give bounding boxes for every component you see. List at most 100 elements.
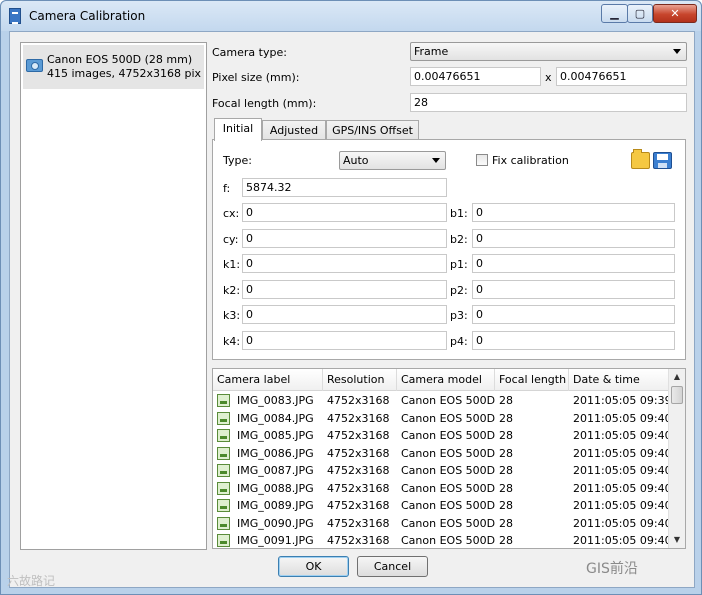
k2-input[interactable]: 0 (242, 280, 447, 299)
table-row[interactable]: IMG_0083.JPG 4752x3168 Canon EOS 500D 28 201… (213, 392, 669, 409)
table-cell: 28 (499, 481, 513, 495)
camera-type-select[interactable]: Frame (410, 42, 687, 61)
tab-initial[interactable]: Initial (214, 118, 262, 141)
table-cell: Canon EOS 500D (401, 516, 495, 530)
table-cell: 28 (499, 499, 513, 512)
table-cell: 28 (499, 464, 513, 477)
table-cell: 4752x3168 (327, 499, 390, 512)
table-cell: IMG_0089.JPG (237, 499, 314, 512)
table-cell: 28 (499, 394, 513, 407)
table-row[interactable]: IMG_0086.JPG 4752x3168 Canon EOS 500D 28 201… (213, 445, 669, 462)
focal-length-input[interactable]: 28 (410, 93, 687, 112)
image-file-icon (217, 446, 230, 460)
table-cell: 4752x3168 (327, 394, 390, 407)
p2-input[interactable]: 0 (472, 280, 675, 299)
focal-length-label: Focal length (mm): (212, 97, 317, 110)
table-row[interactable]: IMG_0084.JPG 4752x3168 Canon EOS 500D 28 201… (213, 410, 669, 427)
table-row[interactable]: IMG_0089.JPG 4752x3168 Canon EOS 500D 28 201… (213, 497, 669, 514)
column-header-camera-model[interactable]: Camera model (397, 369, 495, 391)
p3-label: p3: (450, 309, 468, 322)
k4-label: k4: (223, 335, 241, 348)
p3-input[interactable]: 0 (472, 305, 675, 324)
p1-input[interactable]: 0 (472, 254, 675, 273)
table-cell: IMG_0084.JPG (237, 411, 314, 425)
f-label: f: (223, 182, 231, 195)
column-header-date-time[interactable]: Date & time (569, 369, 669, 391)
table-cell: IMG_0083.JPG (237, 394, 314, 407)
tab-adjusted[interactable]: Adjusted (262, 120, 326, 140)
title-bar[interactable]: Camera Calibration ▁ ▢ ✕ (1, 1, 701, 31)
cy-input[interactable]: 0 (242, 229, 447, 248)
image-file-icon (217, 411, 230, 425)
column-header-focal-length[interactable]: Focal length (495, 369, 569, 391)
table-cell: 2011:05:05 09:40... (573, 446, 669, 460)
fix-calibration-checkbox[interactable] (476, 154, 488, 166)
ok-button[interactable]: OK (278, 556, 349, 577)
table-row[interactable]: IMG_0085.JPG 4752x3168 Canon EOS 500D 28 201… (213, 427, 669, 444)
table-cell: 4752x3168 (327, 411, 390, 425)
table-cell: 4752x3168 (327, 534, 390, 547)
k4-input[interactable]: 0 (242, 331, 447, 350)
pixel-size-x-input[interactable]: 0.00476651 (410, 67, 541, 86)
table-cell: 28 (499, 411, 513, 425)
table-cell: IMG_0086.JPG (237, 446, 314, 460)
cancel-button[interactable]: Cancel (357, 556, 428, 577)
b1-label: b1: (450, 207, 468, 220)
table-cell: 2011:05:05 09:40... (573, 481, 669, 495)
p1-label: p1: (450, 258, 468, 271)
pixel-size-y-input[interactable]: 0.00476651 (556, 67, 687, 86)
column-header-resolution[interactable]: Resolution (323, 369, 397, 391)
table-cell: 2011:05:05 09:40... (573, 429, 669, 442)
close-button[interactable]: ✕ (653, 4, 697, 23)
app-icon (9, 8, 21, 24)
k1-label: k1: (223, 258, 241, 271)
images-table[interactable]: Camera label Resolution Camera model Foc… (212, 368, 686, 549)
tab-gps-ins-offset[interactable]: GPS/INS Offset (326, 120, 419, 140)
f-input[interactable]: 5874.32 (242, 178, 447, 197)
b1-input[interactable]: 0 (472, 203, 675, 222)
watermark-left: 六故路记 (7, 574, 56, 588)
cx-input[interactable]: 0 (242, 203, 447, 222)
image-file-icon (217, 516, 230, 530)
scroll-down-arrow-icon[interactable]: ▼ (669, 532, 685, 548)
pixel-size-label: Pixel size (mm): (212, 71, 300, 84)
scroll-up-arrow-icon[interactable]: ▲ (669, 369, 685, 385)
table-cell: 2011:05:05 09:40... (573, 464, 669, 477)
vertical-scrollbar[interactable]: ▲ ▼ (668, 369, 685, 548)
table-cell: IMG_0085.JPG (237, 429, 314, 442)
k3-input[interactable]: 0 (242, 305, 447, 324)
table-cell: 28 (499, 446, 513, 460)
table-cell: 28 (499, 516, 513, 530)
column-header-camera-label[interactable]: Camera label (213, 369, 323, 391)
k1-input[interactable]: 0 (242, 254, 447, 273)
camera-type-label: Camera type: (212, 46, 287, 59)
save-icon[interactable] (653, 152, 672, 169)
minimize-button[interactable]: ▁ (601, 4, 628, 23)
table-row[interactable]: IMG_0091.JPG 4752x3168 Canon EOS 500D 28 201… (213, 532, 669, 548)
table-cell: 2011:05:05 09:39... (573, 394, 669, 407)
b2-input[interactable]: 0 (472, 229, 675, 248)
camera-list[interactable]: Canon EOS 500D (28 mm) 415 images, 4752x… (20, 42, 207, 550)
image-file-icon (217, 394, 230, 407)
maximize-button[interactable]: ▢ (627, 4, 653, 23)
table-cell: 28 (499, 534, 513, 547)
p4-label: p4: (450, 335, 468, 348)
table-cell: 4752x3168 (327, 481, 390, 495)
p4-input[interactable]: 0 (472, 331, 675, 350)
table-cell: 4752x3168 (327, 516, 390, 530)
table-row[interactable]: IMG_0090.JPG 4752x3168 Canon EOS 500D 28 201… (213, 515, 669, 532)
b2-label: b2: (450, 233, 468, 246)
table-row[interactable]: IMG_0087.JPG 4752x3168 Canon EOS 500D 28 201… (213, 462, 669, 479)
camera-list-item[interactable]: Canon EOS 500D (28 mm) 415 images, 4752x… (23, 45, 204, 89)
camera-icon (26, 59, 43, 72)
type-label: Type: (223, 154, 252, 167)
scroll-thumb[interactable] (671, 386, 683, 404)
table-cell: 4752x3168 (327, 464, 390, 477)
open-folder-icon[interactable] (631, 149, 650, 169)
table-cell: Canon EOS 500D (401, 446, 495, 460)
type-select[interactable]: Auto (339, 151, 446, 170)
table-cell: Canon EOS 500D (401, 499, 495, 512)
type-value: Auto (343, 154, 369, 167)
table-row[interactable]: IMG_0088.JPG 4752x3168 Canon EOS 500D 28 201… (213, 480, 669, 497)
camera-type-value: Frame (414, 45, 449, 58)
